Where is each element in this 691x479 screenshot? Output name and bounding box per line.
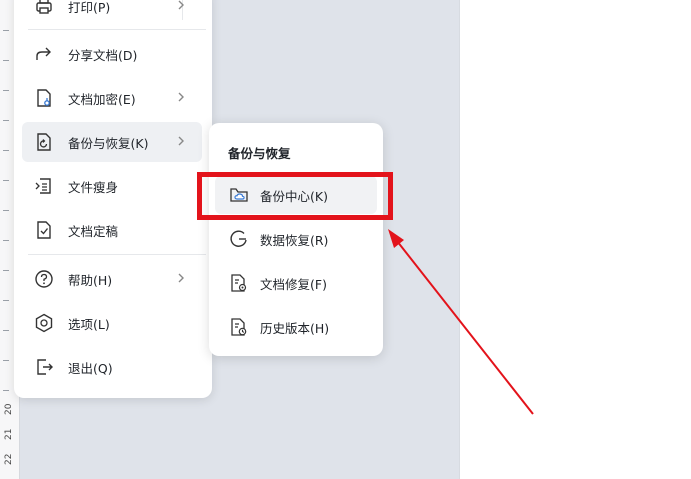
annotation-arrow bbox=[388, 229, 534, 415]
